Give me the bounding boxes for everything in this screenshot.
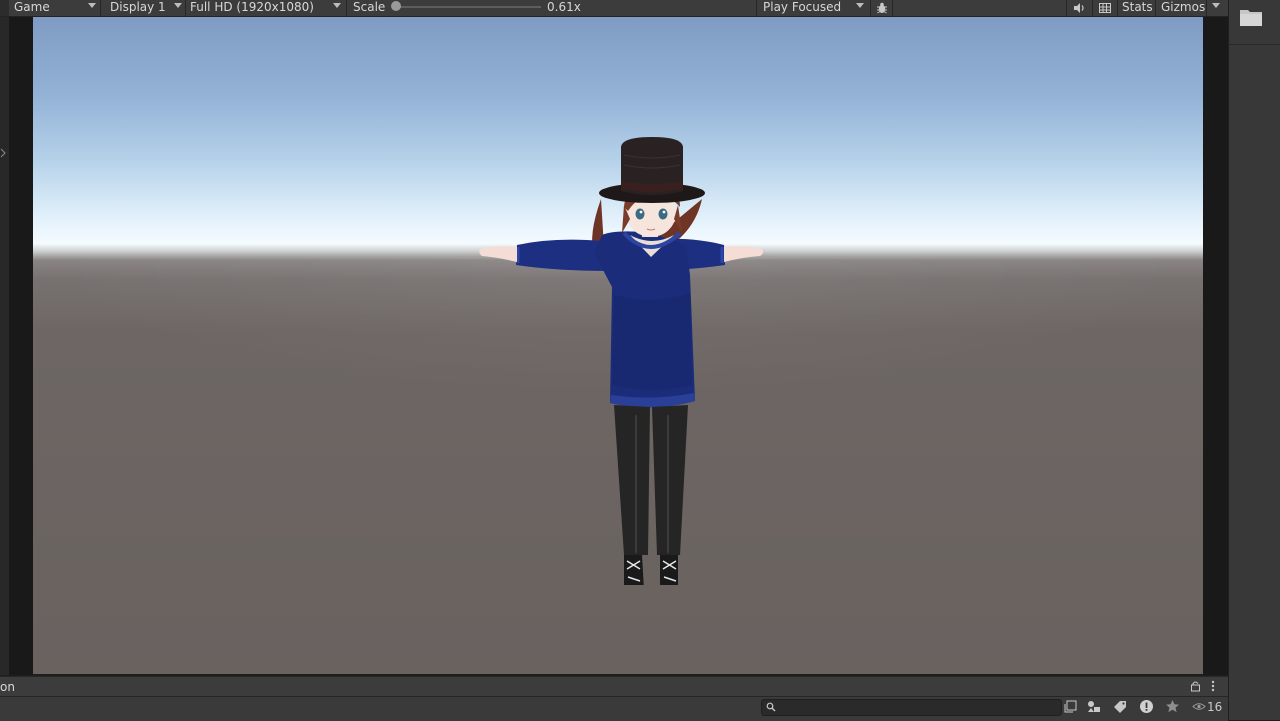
visible-layers-count: 16 xyxy=(1207,700,1223,714)
folder-icon[interactable] xyxy=(1239,7,1263,27)
display-dropdown[interactable]: Display 1 xyxy=(106,0,184,16)
play-mode-dropdown[interactable]: Play Focused xyxy=(759,0,869,16)
stats-button[interactable]: Stats xyxy=(1122,0,1153,16)
warning-filter-icon[interactable] xyxy=(1139,699,1154,714)
display-label: Display 1 xyxy=(110,0,166,14)
favorite-star-icon[interactable] xyxy=(1165,699,1180,714)
chevron-down-icon xyxy=(88,3,96,8)
view-mode-label: Game xyxy=(14,0,50,14)
viewport-letterbox-right xyxy=(1203,17,1228,675)
speaker-icon[interactable] xyxy=(1072,1,1086,15)
toolbar-left-edge xyxy=(0,0,9,16)
scale-value: 0.61x xyxy=(547,0,581,14)
resolution-label: Full HD (1920x1080) xyxy=(190,0,314,14)
scale-slider-handle[interactable] xyxy=(391,1,401,11)
view-mode-dropdown[interactable]: Game xyxy=(10,0,98,16)
avatar-character-model xyxy=(479,137,764,585)
search-input[interactable] xyxy=(761,699,1062,716)
lock-icon[interactable] xyxy=(1190,680,1201,692)
search-icon xyxy=(766,702,776,712)
bottom-panel-toolbar: 16 xyxy=(0,696,1228,721)
save-search-icon[interactable] xyxy=(1064,700,1077,713)
chevron-down-icon xyxy=(856,3,864,8)
gizmos-dropdown-chevron-icon[interactable] xyxy=(1212,3,1220,8)
console-tab-label[interactable]: on xyxy=(0,680,15,694)
game-viewport[interactable] xyxy=(33,17,1203,674)
viewport-letterbox-left xyxy=(10,17,33,675)
label-tag-icon[interactable] xyxy=(1114,700,1127,713)
right-dock-panel xyxy=(1228,0,1280,720)
gizmos-button[interactable]: Gizmos xyxy=(1161,0,1205,16)
kebab-menu-icon[interactable] xyxy=(1210,680,1216,692)
scale-label: Scale xyxy=(353,0,386,14)
chevron-down-icon xyxy=(333,3,341,8)
resolution-dropdown[interactable]: Full HD (1920x1080) xyxy=(186,0,344,16)
scale-slider-track[interactable] xyxy=(396,6,541,8)
filter-by-type-icon[interactable] xyxy=(1087,700,1101,713)
bottom-panel-header: on xyxy=(0,676,1228,696)
play-mode-label: Play Focused xyxy=(763,0,842,14)
bug-icon[interactable] xyxy=(875,1,889,15)
chevron-down-icon xyxy=(174,3,182,8)
grid-icon[interactable] xyxy=(1098,1,1112,15)
chevron-right-icon[interactable] xyxy=(0,148,6,158)
eye-icon[interactable] xyxy=(1192,702,1206,711)
left-dock-edge xyxy=(0,17,10,675)
game-view-toolbar: Game Display 1 Full HD (1920x1080) Scale… xyxy=(0,0,1228,17)
